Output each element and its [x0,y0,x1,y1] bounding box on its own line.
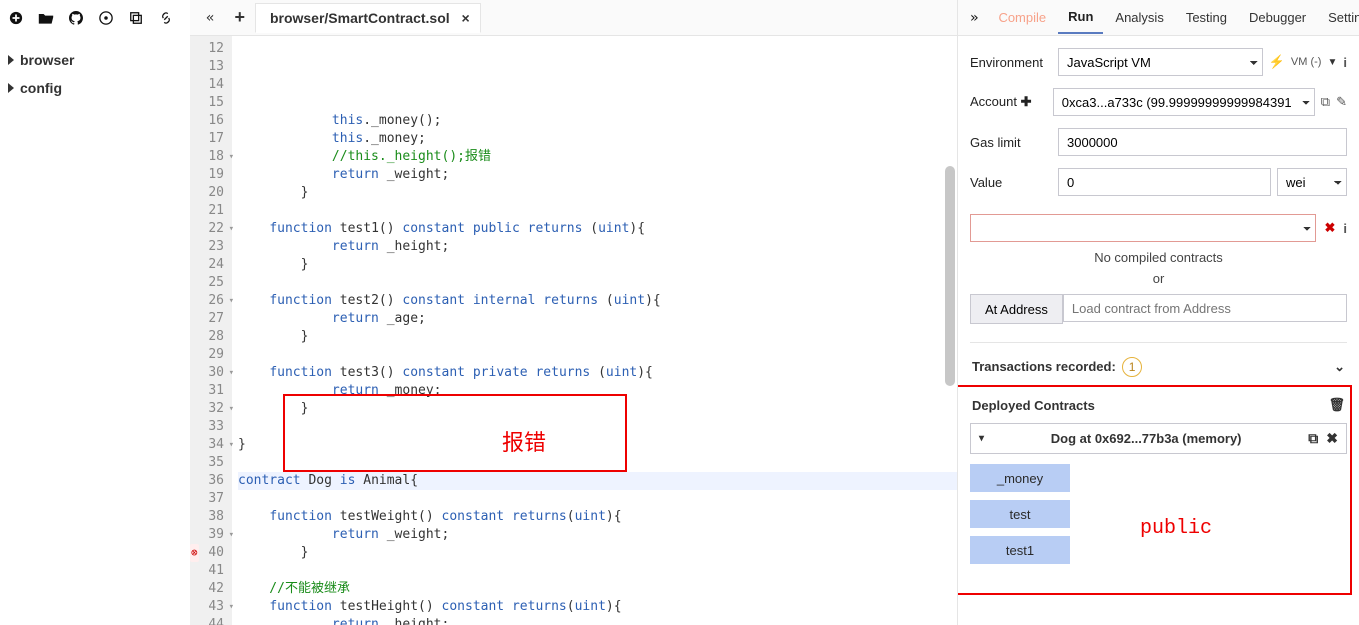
edit-account-icon[interactable]: ✎ [1336,94,1347,110]
tab-bar: « + browser/SmartContract.sol × [190,0,957,36]
github-icon[interactable] [68,10,84,26]
account-label: Account ✚ [970,94,1047,110]
copy-account-icon[interactable]: ⧉ [1321,94,1330,110]
warning-icon: ✖ [1324,220,1335,236]
account-select[interactable]: 0xca3...a733c (99.99999999999984391 [1053,88,1315,116]
caret-down-icon[interactable]: ▼ [1327,57,1337,68]
value-input[interactable] [1058,168,1271,196]
right-panel: » Compile Run Analysis Testing Debugger … [957,0,1359,625]
value-label: Value [970,175,1052,190]
folder-open-icon[interactable] [38,10,54,26]
instance-header[interactable]: ▾ Dog at 0x692...77b3a (memory) ⧉ ✖ [970,423,1347,454]
tab-testing[interactable]: Testing [1176,2,1237,33]
copy-all-icon[interactable] [128,10,144,26]
at-address-button[interactable]: At Address [970,294,1063,324]
gist-icon[interactable] [98,10,114,26]
no-compiled-text: No compiled contracts [970,250,1347,265]
env-label: Environment [970,55,1052,70]
close-tab-icon[interactable]: × [461,10,469,26]
right-tabs: » Compile Run Analysis Testing Debugger … [958,0,1359,36]
trash-icon[interactable]: 🗑 [1328,397,1345,413]
gas-input[interactable] [1058,128,1347,156]
collapse-right-icon[interactable]: » [962,10,986,26]
link-icon[interactable] [158,10,174,26]
tab-title: browser/SmartContract.sol [270,10,450,26]
collapse-left-icon[interactable]: « [196,10,224,26]
caret-right-icon [8,55,14,65]
fn-money-button[interactable]: _money [970,464,1070,492]
tab-analysis[interactable]: Analysis [1105,2,1173,33]
tx-recorded-header[interactable]: Transactions recorded:1 ⌄ [970,342,1347,387]
editor-tab[interactable]: browser/SmartContract.sol × [255,3,481,33]
copy-instance-icon[interactable]: ⧉ [1308,430,1318,447]
fn-test1-button[interactable]: test1 [970,536,1070,564]
tree-item-browser[interactable]: browser [6,46,183,74]
caret-right-icon [8,83,14,93]
sidebar-toolbar [0,0,189,38]
deployed-title: Deployed Contracts [972,398,1095,413]
env-select[interactable]: JavaScript VM [1058,48,1263,76]
chevron-down-icon[interactable]: ⌄ [1334,359,1345,375]
file-sidebar: browser config [0,0,190,625]
tree-label: browser [20,52,74,68]
vertical-scrollbar[interactable] [943,36,957,625]
tx-count-badge: 1 [1122,357,1143,377]
tree-item-config[interactable]: config [6,74,183,102]
tab-settings[interactable]: Settings [1318,2,1359,33]
value-unit-select[interactable]: wei [1277,168,1347,196]
code-area[interactable]: 1213141516171819202122232425262728293031… [190,36,957,625]
code-text[interactable]: this._money(); this._money; //this._heig… [232,36,957,625]
close-instance-icon[interactable]: ✖ [1326,430,1338,447]
tree-label: config [20,80,62,96]
instance-name: Dog at 0x692...77b3a (memory) [992,431,1300,446]
plug-icon: ⚡ [1269,54,1285,70]
gas-label: Gas limit [970,135,1052,150]
tab-debugger[interactable]: Debugger [1239,2,1316,33]
fn-test-button[interactable]: test [970,500,1070,528]
plus-circle-icon[interactable] [8,10,24,26]
add-account-icon[interactable]: ✚ [1021,94,1032,109]
new-tab-icon[interactable]: + [224,7,255,28]
function-buttons: _money test test1 [970,454,1347,574]
tab-run[interactable]: Run [1058,1,1103,34]
contract-select[interactable] [970,214,1316,242]
scrollbar-thumb[interactable] [945,166,955,386]
line-gutter: 1213141516171819202122232425262728293031… [190,36,232,625]
tab-compile[interactable]: Compile [988,2,1056,33]
at-address-input[interactable] [1063,294,1347,322]
info-icon[interactable]: i [1343,55,1347,70]
or-text: or [970,271,1347,286]
caret-down-icon[interactable]: ▾ [979,433,984,444]
editor-column: « + browser/SmartContract.sol × 12131415… [190,0,957,625]
file-tree: browser config [0,38,189,110]
vm-hint: VM (-) [1291,56,1322,68]
info-icon[interactable]: i [1343,221,1347,236]
run-panel-body: Environment JavaScript VM ⚡ VM (-) ▼ i A… [958,36,1359,625]
